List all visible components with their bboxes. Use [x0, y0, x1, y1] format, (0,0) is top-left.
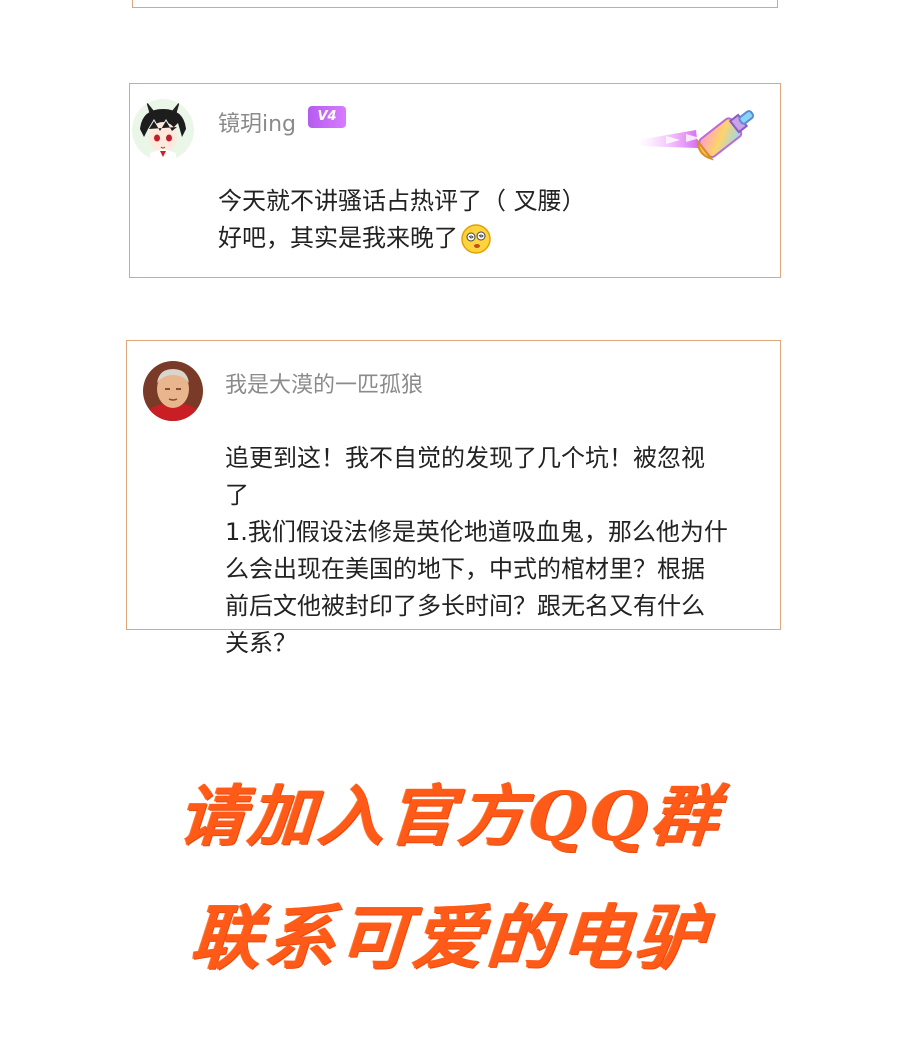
dizzy-face-emoji-icon	[460, 223, 492, 255]
user-avatar[interactable]	[143, 361, 203, 421]
comment-line: 好吧，其实是我来晚了	[218, 224, 458, 252]
promo-join-qq-group: 请加入官方QQ群	[175, 777, 725, 855]
comment-card: 我是大漠的一匹孤狼 追更到这！我不自觉的发现了几个坑！被忽视 了 1.我们假设法…	[126, 340, 781, 657]
comment-text: 追更到这！我不自觉的发现了几个坑！被忽视 了 1.我们假设法修是英伦地道吸血鬼，…	[225, 444, 728, 657]
paintbrush-decoration	[636, 96, 764, 166]
vip-level-badge: V4	[308, 106, 346, 128]
username[interactable]: 镜玥ing	[218, 106, 296, 138]
comment-card: 镜玥ing V4 今天就不讲骚话占热评了（ 叉腰） 好吧，其实是我来晚了	[129, 83, 781, 278]
user-avatar[interactable]	[132, 99, 194, 161]
comment-text: 今天就不讲骚话占热评了（ 叉腰） 好吧，其实是我来晚了	[218, 183, 758, 257]
comment-line: 今天就不讲骚话占热评了（ 叉腰）	[218, 187, 586, 215]
promo-contact-editor: 联系可爱的电驴	[188, 896, 712, 979]
username[interactable]: 我是大漠的一匹孤狼	[225, 367, 423, 399]
previous-comment-card	[132, 0, 778, 8]
